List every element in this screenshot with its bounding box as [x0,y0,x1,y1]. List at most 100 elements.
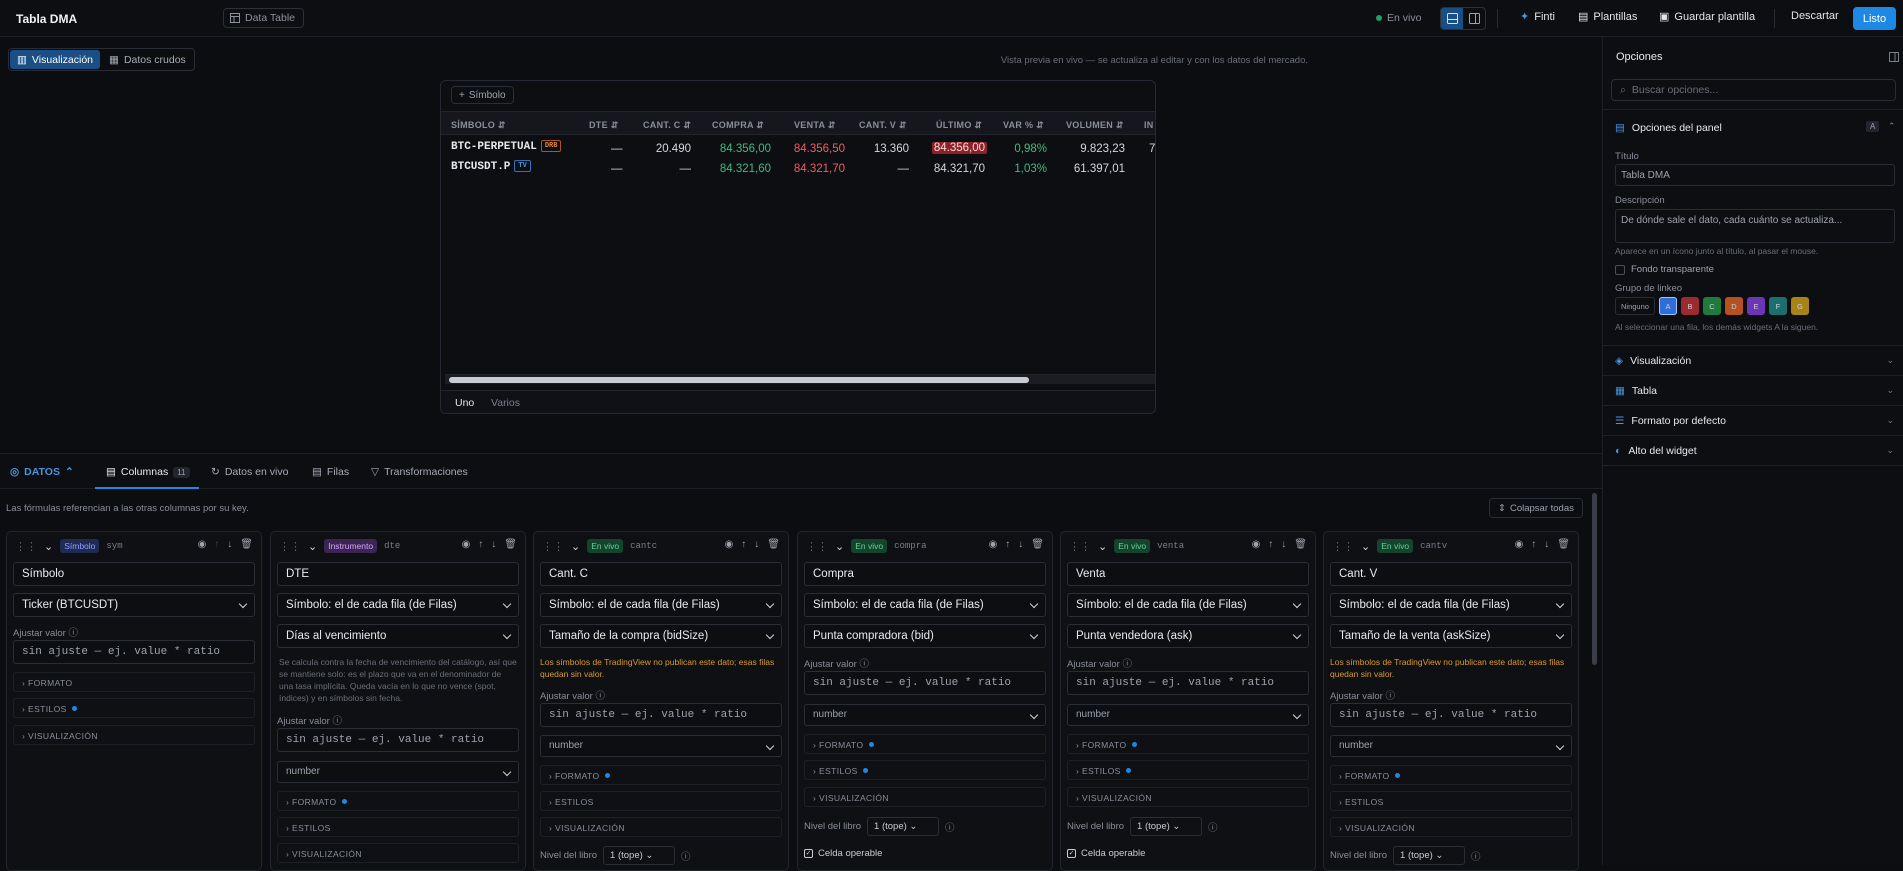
widget-type-chip[interactable]: Data Table [223,8,305,28]
eye-icon[interactable]: ◉ [462,539,471,550]
formula-input[interactable]: sin ajuste — ej. value * ratio [1330,703,1572,727]
arrow-up-icon[interactable]: ↑ [1005,539,1010,550]
section-formato[interactable]: ☰ Formato por defecto ⌄ [1603,405,1903,435]
col-header-simbolo[interactable]: SÍMBOLO ⇵ [451,120,506,131]
column-field-select[interactable]: Tamaño de la venta (askSize) [1330,624,1572,648]
arrow-down-icon[interactable]: ↓ [1281,539,1286,550]
visualizacion-row[interactable]: › VISUALIZACIÓN [13,725,255,745]
nivel-libro-select[interactable]: 1 (tope) ⌄ [1393,846,1466,865]
celda-operable-checkbox[interactable]: ✓ Celda operable [804,848,882,859]
link-group-a[interactable]: A [1658,297,1677,315]
panel-options-header[interactable]: ▤ Opciones del panel [1615,122,1722,134]
section-tabla[interactable]: ▦ Tabla ⌄ [1603,375,1903,405]
link-group-d[interactable]: D [1724,297,1743,315]
chevron-down-icon[interactable]: ⌄ [1098,540,1107,553]
chevron-down-icon[interactable]: ⌄ [44,540,53,553]
chevron-down-icon[interactable]: ⌄ [835,540,844,553]
estilos-row[interactable]: › ESTILOS [804,760,1046,780]
column-source-select[interactable]: Símbolo: el de cada fila (de Filas) [540,593,782,617]
column-source-select[interactable]: Símbolo: el de cada fila (de Filas) [1067,593,1309,617]
column-source-select[interactable]: Símbolo: el de cada fila (de Filas) [277,593,519,617]
col-header-compra[interactable]: COMPRA ⇵ [712,120,764,131]
column-source-select[interactable]: Símbolo: el de cada fila (de Filas) [804,593,1046,617]
trash-icon[interactable]: 🗑 [1031,539,1044,550]
col-header-dte[interactable]: DTE ⇵ [589,120,619,131]
search-options-field[interactable]: ⌕ Buscar opciones... [1611,79,1896,101]
arrow-down-icon[interactable]: ↓ [1018,539,1023,550]
fondo-transparente-checkbox[interactable]: Fondo transparente [1615,264,1714,275]
visualizacion-row[interactable]: › VISUALIZACIÓN [804,787,1046,807]
eye-icon[interactable]: ◉ [725,539,734,550]
tab-datos-crudos[interactable]: ▦ Datos crudos [102,50,193,69]
type-select[interactable]: number [540,735,782,757]
add-symbol-button[interactable]: + Símbolo [451,86,514,104]
type-select[interactable]: number [277,761,519,783]
drag-handle-icon[interactable]: ⋮⋮ [15,540,37,553]
trash-icon[interactable]: 🗑 [1294,539,1307,550]
listo-button[interactable]: Listo [1853,7,1896,30]
col-header-cantc[interactable]: CANT. C ⇵ [643,120,691,131]
arrow-up-icon[interactable]: ↑ [1531,539,1536,550]
guardar-plantilla-button[interactable]: ▣ Guardar plantilla [1659,10,1755,24]
arrow-down-icon[interactable]: ↓ [1544,539,1549,550]
titulo-input[interactable]: Tabla DMA [1615,164,1895,186]
visualizacion-row[interactable]: › VISUALIZACIÓN [1330,817,1572,837]
estilos-row[interactable]: › ESTILOS [1067,760,1309,780]
formato-row[interactable]: › FORMATO [1330,765,1572,785]
column-field-select[interactable]: Tamaño de la compra (bidSize) [540,624,782,648]
tab-datos-en-vivo[interactable]: ↻ Datos en vivo [211,466,288,478]
trash-icon[interactable]: 🗑 [504,539,517,550]
formato-row[interactable]: › FORMATO [13,672,255,692]
nivel-libro-select[interactable]: 1 (tope) ⌄ [867,817,940,836]
formula-input[interactable]: sin ajuste — ej. value * ratio [540,703,782,727]
tab-visualizacion[interactable]: ▥ Visualización [10,50,101,69]
search-input[interactable]: Buscar opciones... [1632,84,1718,96]
col-header-in[interactable]: IN [1144,120,1154,130]
type-select[interactable]: number [1330,735,1572,757]
collapse-panel-icon[interactable] [1889,52,1899,62]
arrow-up-icon[interactable]: ↑ [478,539,483,550]
eye-icon[interactable]: ◉ [198,539,207,550]
colapsar-todas-button[interactable]: ⇕ Colapsar todas [1489,498,1583,518]
formato-row[interactable]: › FORMATO [1067,734,1309,754]
column-field-select[interactable]: Días al vencimiento [277,624,519,648]
column-name-input[interactable]: Venta [1067,562,1309,586]
col-header-venta[interactable]: VENTA ⇵ [794,120,836,131]
column-name-input[interactable]: Cant. C [540,562,782,586]
arrow-up-icon[interactable]: ↑ [741,539,746,550]
layout-side-button[interactable] [1463,8,1485,29]
drag-handle-icon[interactable]: ⋮⋮ [279,540,301,553]
trash-icon[interactable]: 🗑 [240,539,253,550]
drag-handle-icon[interactable]: ⋮⋮ [1332,540,1354,553]
trash-icon[interactable]: 🗑 [767,539,780,550]
visualizacion-row[interactable]: › VISUALIZACIÓN [277,843,519,863]
column-source-select[interactable]: Ticker (BTCUSDT) [13,593,255,617]
arrow-down-icon[interactable]: ↓ [754,539,759,550]
layout-bottom-button[interactable] [1441,8,1463,29]
formato-row[interactable]: › FORMATO [804,734,1046,754]
vertical-scrollbar[interactable] [1592,493,1597,665]
column-source-select[interactable]: Símbolo: el de cada fila (de Filas) [1330,593,1572,617]
descartar-button[interactable]: Descartar [1791,10,1839,22]
plantillas-button[interactable]: ▤ Plantillas [1578,10,1637,24]
link-group-f[interactable]: F [1768,297,1787,315]
estilos-row[interactable]: › ESTILOS [1330,791,1572,811]
tab-transformaciones[interactable]: ▽ Transformaciones [371,466,468,478]
celda-operable-checkbox[interactable]: ✓ Celda operable [1067,848,1145,859]
tab-filas[interactable]: ▤ Filas [312,466,349,478]
visualizacion-row[interactable]: › VISUALIZACIÓN [1067,787,1309,807]
chevron-down-icon[interactable]: ⌄ [308,540,317,553]
eye-icon[interactable]: ◉ [1515,539,1524,550]
datos-toggle[interactable]: ◎ DATOS ⌃ [10,466,74,478]
mode-varios[interactable]: Varios [491,397,520,409]
col-header-ultimo[interactable]: ÚLTIMO ⇵ [936,120,982,131]
chevron-down-icon[interactable]: ⌄ [571,540,580,553]
link-group-c[interactable]: C [1702,297,1721,315]
link-group-b[interactable]: B [1680,297,1699,315]
arrow-up-icon[interactable]: ↑ [1268,539,1273,550]
link-group-ninguno[interactable]: Ninguno [1615,297,1655,315]
type-select[interactable]: number [1067,704,1309,726]
drag-handle-icon[interactable]: ⋮⋮ [806,540,828,553]
column-name-input[interactable]: Compra [804,562,1046,586]
formula-input[interactable]: sin ajuste — ej. value * ratio [277,728,519,752]
